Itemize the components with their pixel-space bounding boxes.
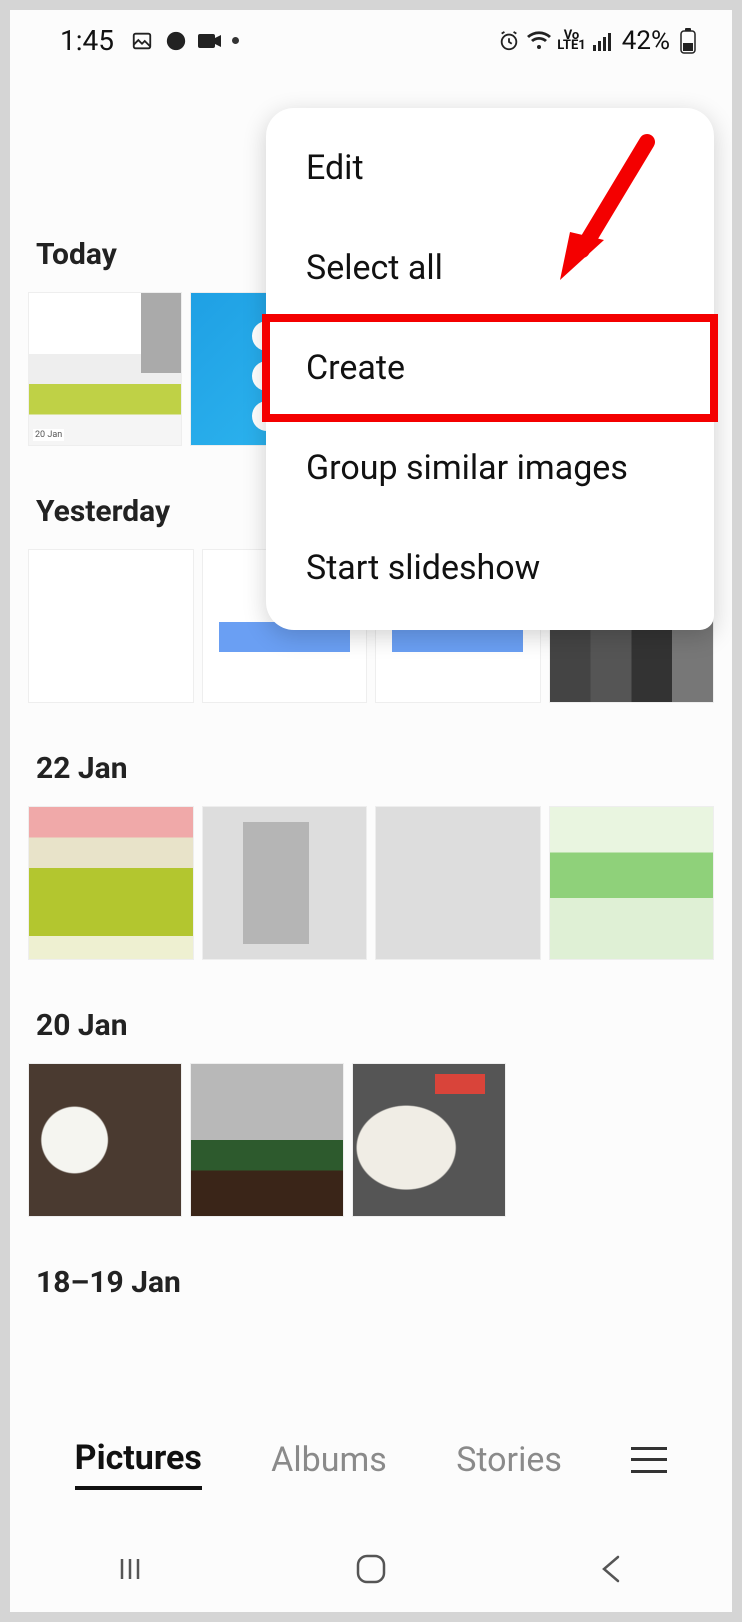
section-header-20jan: 20 Jan (36, 1008, 714, 1043)
photo-thumb[interactable] (352, 1063, 506, 1217)
recents-button[interactable] (107, 1546, 153, 1592)
photo-thumb[interactable] (28, 549, 194, 703)
photo-thumb[interactable] (202, 806, 368, 960)
system-nav-bar (10, 1526, 732, 1612)
status-right: VoLTE1 42% (497, 26, 700, 56)
globe-icon (164, 29, 188, 53)
home-button[interactable] (348, 1546, 394, 1592)
photo-thumb[interactable]: 20 Jan (28, 292, 182, 446)
menu-item-group-similar[interactable]: Group similar images (266, 418, 714, 518)
photo-thumb[interactable] (375, 806, 541, 960)
bottom-tabs: Pictures Albums Stories (10, 1430, 732, 1514)
alarm-icon (497, 29, 521, 53)
signal-icon (592, 29, 616, 53)
wifi-icon (527, 29, 551, 53)
camera-icon (198, 29, 222, 53)
menu-item-create[interactable]: Create (266, 318, 714, 418)
tab-albums[interactable]: Albums (271, 1432, 387, 1488)
volte-icon: VoLTE1 (557, 31, 585, 51)
hamburger-menu-icon[interactable] (631, 1447, 667, 1473)
annotation-arrow-icon (552, 130, 672, 304)
status-left: 1:45 (60, 24, 239, 57)
photo-thumb[interactable] (28, 1063, 182, 1217)
back-button[interactable] (589, 1546, 635, 1592)
thumb-date-label: 20 Jan (33, 429, 64, 441)
status-bar: 1:45 VoLTE1 42% (10, 10, 732, 67)
photo-thumb[interactable] (190, 1063, 344, 1217)
grid-22jan (28, 806, 714, 960)
photo-thumb[interactable] (28, 806, 194, 960)
phone-screen: 1:45 VoLTE1 42% (0, 0, 742, 1622)
battery-icon (676, 29, 700, 53)
notification-dot-icon (232, 37, 239, 44)
section-header-22jan: 22 Jan (36, 751, 714, 786)
image-icon (130, 29, 154, 53)
photo-thumb[interactable] (549, 806, 715, 960)
tab-pictures[interactable]: Pictures (75, 1430, 202, 1490)
grid-20jan (28, 1063, 714, 1217)
menu-item-start-slideshow[interactable]: Start slideshow (266, 518, 714, 618)
tab-stories[interactable]: Stories (456, 1432, 562, 1488)
section-header-1819jan: 18–19 Jan (36, 1265, 714, 1300)
battery-percent: 42% (622, 26, 670, 56)
clock-time: 1:45 (60, 24, 114, 57)
